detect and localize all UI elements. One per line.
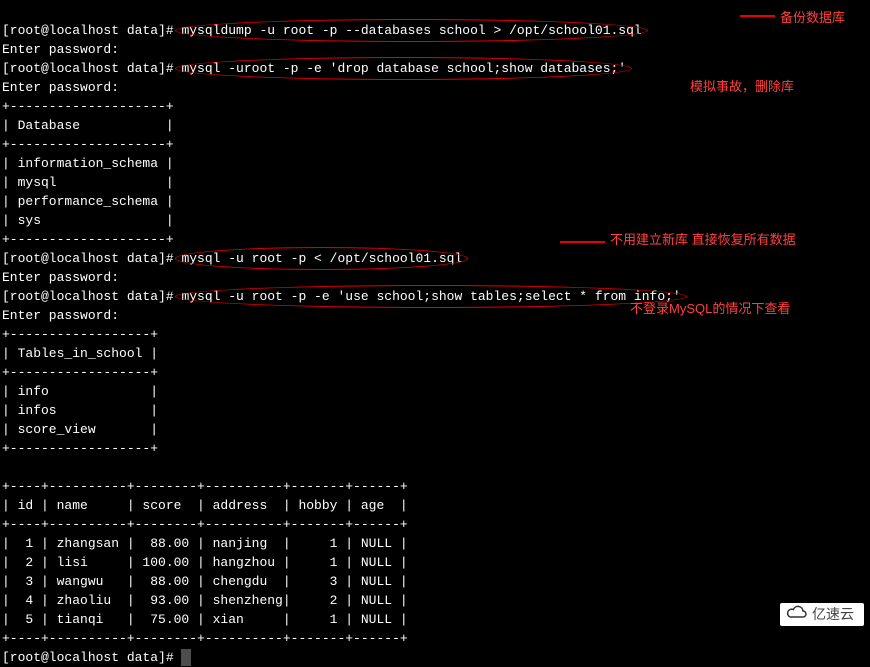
table-row: | 3 | wangwu | 88.00 | chengdu | 3 | NUL… — [2, 574, 408, 589]
table-row: | 1 | zhangsan | 88.00 | nanjing | 1 | N… — [2, 536, 408, 551]
watermark-logo: 亿速云 — [780, 603, 864, 626]
cloud-icon — [786, 605, 808, 624]
table-row: | sys | — [2, 213, 174, 228]
table-border: +--------------------+ — [2, 232, 174, 247]
table-border: +----+----------+--------+----------+---… — [2, 517, 408, 532]
table-border: +--------------------+ — [2, 99, 174, 114]
password-prompt: Enter password: — [2, 308, 127, 323]
table-row: | 5 | tianqi | 75.00 | xian | 1 | NULL | — [2, 612, 408, 627]
annotation-view-without-login: 不登录MySQL的情况下查看 — [630, 299, 790, 318]
table-header: | Database | — [2, 118, 174, 133]
table-border: +------------------+ — [2, 365, 158, 380]
cmd-verify: mysql -u root -p -e 'use school;show tab… — [181, 287, 680, 306]
connector-line — [560, 241, 605, 243]
table-header: | id | name | score | address | hobby | … — [2, 498, 408, 513]
shell-prompt: [root@localhost data]# — [2, 23, 181, 38]
table-border: +----+----------+--------+----------+---… — [2, 479, 408, 494]
table-row: | 2 | lisi | 100.00 | hangzhou | 1 | NUL… — [2, 555, 408, 570]
shell-prompt: [root@localhost data]# — [2, 650, 181, 665]
cmd-drop-database: mysql -uroot -p -e 'drop database school… — [181, 59, 626, 78]
table-header: | Tables_in_school | — [2, 346, 158, 361]
table-border: +----+----------+--------+----------+---… — [2, 631, 408, 646]
table-border: +------------------+ — [2, 441, 158, 456]
table-row: | infos | — [2, 403, 158, 418]
connector-line — [740, 15, 775, 17]
table-border: +------------------+ — [2, 327, 158, 342]
annotation-backup: 备份数据库 — [780, 8, 845, 27]
cursor[interactable] — [181, 649, 191, 666]
password-prompt: Enter password: — [2, 80, 127, 95]
table-row: | performance_schema | — [2, 194, 174, 209]
shell-prompt: [root@localhost data]# — [2, 251, 181, 266]
shell-prompt: [root@localhost data]# — [2, 289, 181, 304]
shell-prompt: [root@localhost data]# — [2, 61, 181, 76]
terminal-output: [root@localhost data]# mysqldump -u root… — [2, 2, 868, 667]
password-prompt: Enter password: — [2, 270, 127, 285]
table-row: | mysql | — [2, 175, 174, 190]
table-row: | info | — [2, 384, 158, 399]
cmd-restore: mysql -u root -p < /opt/school01.sql — [181, 249, 462, 268]
table-row: | 4 | zhaoliu | 93.00 | shenzheng| 2 | N… — [2, 593, 408, 608]
cmd-mysqldump: mysqldump -u root -p --databases school … — [181, 21, 641, 40]
table-row: | information_schema | — [2, 156, 174, 171]
table-row: | score_view | — [2, 422, 158, 437]
password-prompt: Enter password: — [2, 42, 127, 57]
annotation-simulate-crash: 模拟事故，删除库 — [690, 77, 794, 96]
annotation-restore-direct: 不用建立新库 直接恢复所有数据 — [610, 230, 796, 249]
watermark-text: 亿速云 — [812, 605, 854, 624]
table-border: +--------------------+ — [2, 137, 174, 152]
